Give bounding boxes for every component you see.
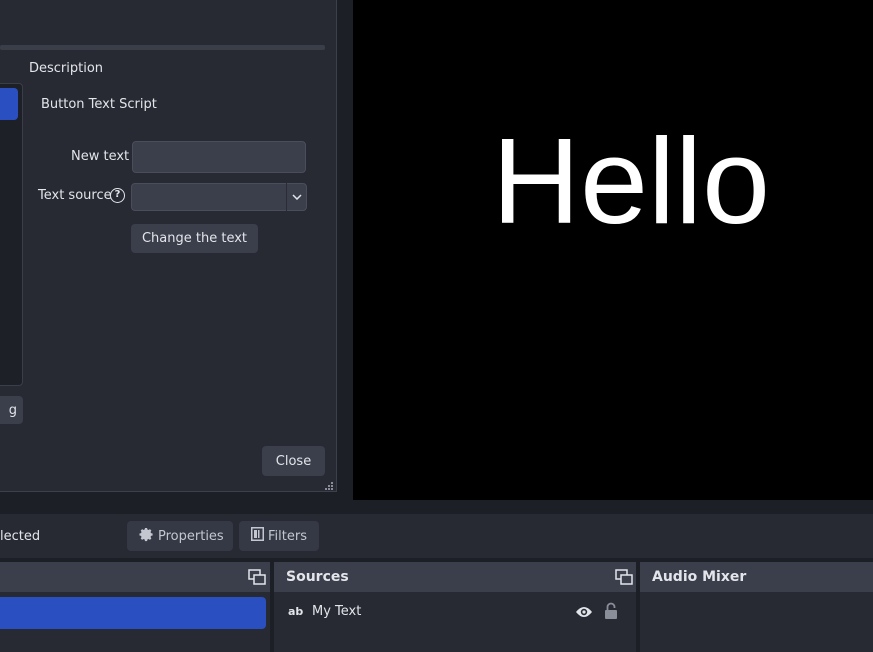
filters-label: Filters bbox=[268, 528, 307, 544]
description-heading: Description bbox=[29, 61, 104, 76]
source-name: My Text bbox=[312, 604, 362, 619]
undock-icon[interactable] bbox=[615, 569, 633, 585]
loaded-scripts-list[interactable] bbox=[0, 83, 23, 386]
preview-gap bbox=[0, 500, 873, 514]
text-source-type-icon: ab bbox=[288, 605, 304, 618]
eye-icon[interactable] bbox=[575, 604, 593, 618]
undock-icon[interactable] bbox=[248, 569, 266, 585]
text-source-dropdown[interactable] bbox=[131, 183, 307, 211]
unlock-icon[interactable] bbox=[604, 602, 618, 620]
selected-scene-item[interactable] bbox=[0, 597, 266, 629]
change-text-button[interactable]: Change the text bbox=[131, 224, 258, 253]
chevron-down-icon[interactable] bbox=[287, 183, 307, 211]
scenes-dock-header bbox=[0, 562, 270, 592]
close-button[interactable]: Close bbox=[262, 446, 325, 476]
dialog-tab-bar bbox=[0, 0, 336, 34]
filter-icon bbox=[251, 527, 264, 545]
resize-grip-icon[interactable] bbox=[322, 478, 334, 490]
properties-label: Properties bbox=[158, 528, 224, 544]
preview-text-source: Hello bbox=[492, 113, 771, 249]
new-text-input[interactable] bbox=[132, 141, 306, 173]
script-description: Button Text Script bbox=[41, 97, 157, 112]
new-text-label: New text bbox=[71, 149, 130, 164]
selected-script-item[interactable] bbox=[0, 88, 18, 120]
dialog-splitter[interactable] bbox=[0, 45, 325, 50]
audio-mixer-dock-title: Audio Mixer bbox=[640, 562, 873, 592]
selection-status: lected bbox=[0, 529, 41, 544]
filters-button[interactable]: Filters bbox=[239, 521, 319, 551]
text-source-label: Text source bbox=[38, 188, 112, 203]
program-preview[interactable] bbox=[353, 0, 873, 500]
defaults-button[interactable]: g bbox=[0, 396, 23, 424]
properties-button[interactable]: Properties bbox=[127, 521, 233, 551]
gear-icon bbox=[139, 527, 154, 546]
help-icon[interactable]: ? bbox=[110, 188, 125, 203]
sources-dock-title: Sources bbox=[274, 562, 636, 592]
